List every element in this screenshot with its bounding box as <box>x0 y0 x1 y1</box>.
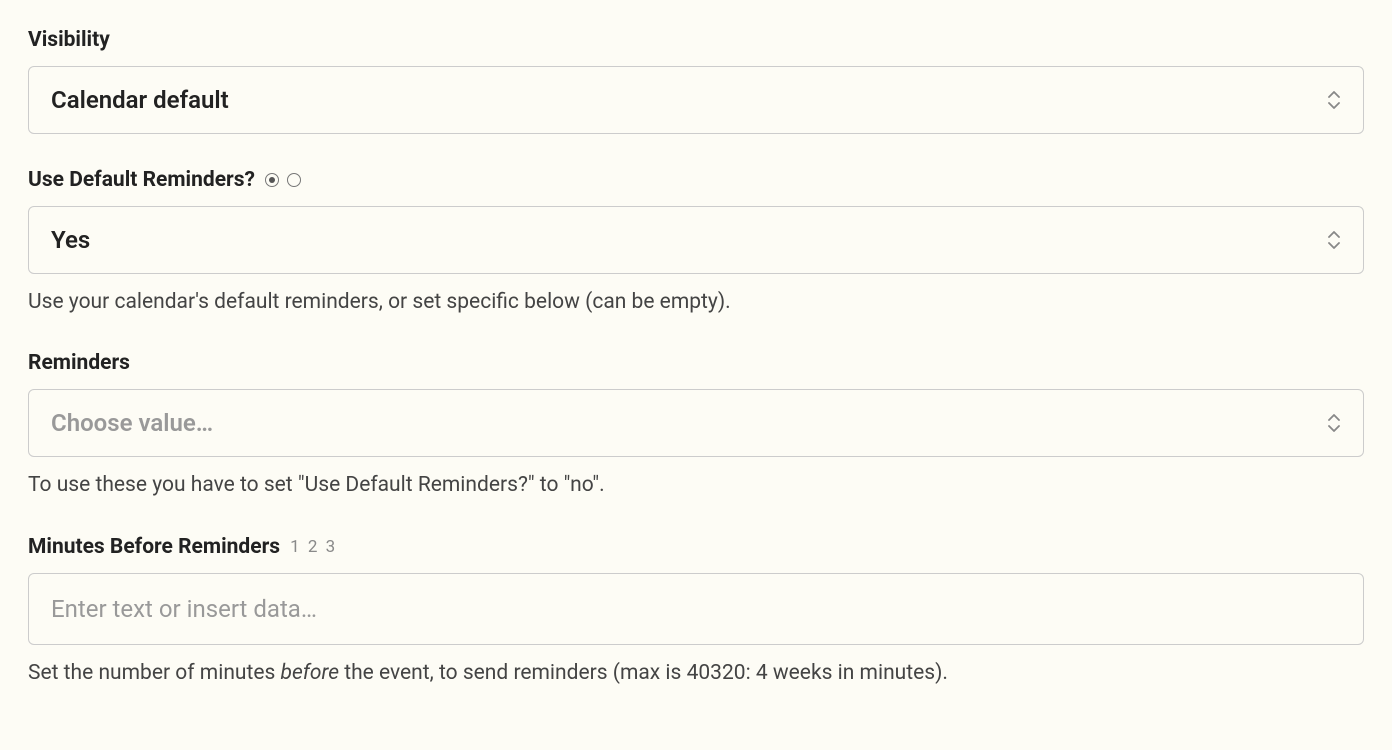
visibility-select[interactable]: Calendar default <box>28 66 1364 134</box>
reminders-field: Reminders Choose value… To use these you… <box>28 351 1364 500</box>
visibility-value: Calendar default <box>51 86 229 114</box>
minutes-before-label-text: Minutes Before Reminders <box>28 535 280 559</box>
visibility-label: Visibility <box>28 28 1364 52</box>
chevron-up-down-icon <box>1327 231 1341 249</box>
visibility-field: Visibility Calendar default <box>28 28 1364 134</box>
minutes-before-label: Minutes Before Reminders 1 2 3 <box>28 535 1364 559</box>
chevron-up-down-icon <box>1327 414 1341 432</box>
radio-unselected-icon[interactable] <box>287 173 301 187</box>
reminders-label-text: Reminders <box>28 351 130 375</box>
use-default-reminders-label: Use Default Reminders? <box>28 168 1364 192</box>
minutes-before-suffix: 1 2 3 <box>290 537 337 557</box>
reminders-placeholder: Choose value… <box>51 409 213 437</box>
minutes-before-input[interactable] <box>28 573 1364 645</box>
use-default-reminders-label-text: Use Default Reminders? <box>28 168 255 192</box>
chevron-up-down-icon <box>1327 91 1341 109</box>
use-default-reminders-value: Yes <box>51 226 90 254</box>
visibility-label-text: Visibility <box>28 28 110 52</box>
radio-indicator-group <box>265 173 301 187</box>
reminders-help: To use these you have to set "Use Defaul… <box>28 471 1364 500</box>
use-default-reminders-select[interactable]: Yes <box>28 206 1364 274</box>
use-default-reminders-help: Use your calendar's default reminders, o… <box>28 288 1364 317</box>
use-default-reminders-field: Use Default Reminders? Yes Use your cale… <box>28 168 1364 317</box>
minutes-before-help: Set the number of minutes before the eve… <box>28 659 1364 688</box>
radio-selected-icon[interactable] <box>265 173 279 187</box>
reminders-select[interactable]: Choose value… <box>28 389 1364 457</box>
minutes-before-field: Minutes Before Reminders 1 2 3 Set the n… <box>28 535 1364 688</box>
reminders-label: Reminders <box>28 351 1364 375</box>
